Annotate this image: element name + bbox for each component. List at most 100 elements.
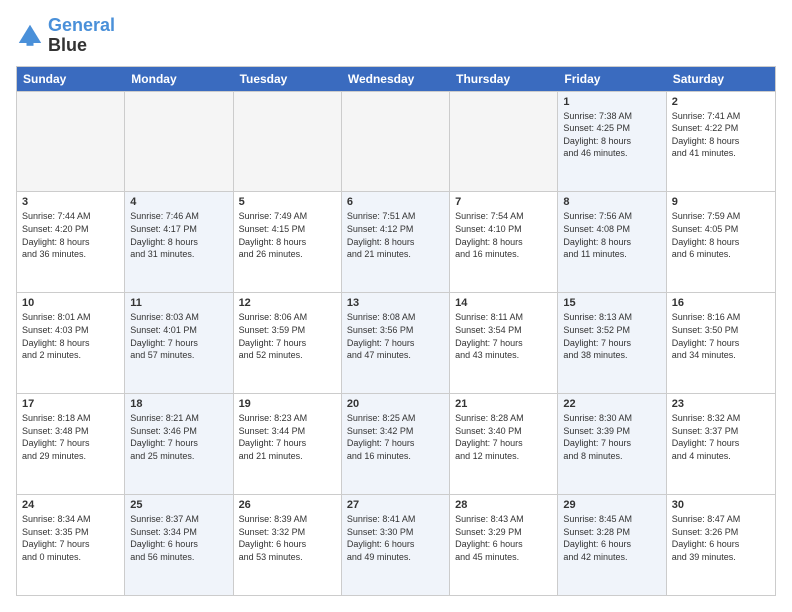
day-info: Sunrise: 7:49 AM Sunset: 4:15 PM Dayligh… bbox=[239, 210, 336, 260]
day-number: 12 bbox=[239, 297, 336, 309]
day-info: Sunrise: 8:08 AM Sunset: 3:56 PM Dayligh… bbox=[347, 311, 444, 361]
day-cell-1: 1 Sunrise: 7:38 AM Sunset: 4:25 PM Daylig… bbox=[558, 92, 666, 192]
day-info: Sunrise: 7:41 AM Sunset: 4:22 PM Dayligh… bbox=[672, 110, 770, 160]
day-number: 23 bbox=[672, 398, 770, 410]
day-cell-13: 13 Sunrise: 8:08 AM Sunset: 3:56 PM Dayli… bbox=[342, 293, 450, 393]
day-number: 3 bbox=[22, 196, 119, 208]
day-cell-12: 12 Sunrise: 8:06 AM Sunset: 3:59 PM Dayli… bbox=[234, 293, 342, 393]
day-cell-25: 25Sunrise: 8:37 AM Sunset: 3:34 PM Dayli… bbox=[125, 495, 233, 595]
day-number: 25 bbox=[130, 499, 227, 511]
day-info: Sunrise: 8:43 AM Sunset: 3:29 PM Dayligh… bbox=[455, 513, 552, 563]
empty-cell-0-4 bbox=[450, 92, 558, 192]
day-number: 28 bbox=[455, 499, 552, 511]
day-number: 21 bbox=[455, 398, 552, 410]
day-cell-14: 14 Sunrise: 8:11 AM Sunset: 3:54 PM Dayli… bbox=[450, 293, 558, 393]
day-number: 30 bbox=[672, 499, 770, 511]
day-cell-2: 2 Sunrise: 7:41 AM Sunset: 4:22 PM Daylig… bbox=[667, 92, 775, 192]
day-cell-15: 15 Sunrise: 8:13 AM Sunset: 3:52 PM Dayli… bbox=[558, 293, 666, 393]
day-info: Sunrise: 8:01 AM Sunset: 4:03 PM Dayligh… bbox=[22, 311, 119, 361]
day-number: 29 bbox=[563, 499, 660, 511]
day-cell-19: 19 Sunrise: 8:23 AM Sunset: 3:44 PM Dayli… bbox=[234, 394, 342, 494]
day-cell-26: 26Sunrise: 8:39 AM Sunset: 3:32 PM Dayli… bbox=[234, 495, 342, 595]
empty-cell-0-2 bbox=[234, 92, 342, 192]
header: General Blue bbox=[16, 16, 776, 56]
calendar-row-0: 1 Sunrise: 7:38 AM Sunset: 4:25 PM Daylig… bbox=[17, 91, 775, 192]
day-cell-10: 10 Sunrise: 8:01 AM Sunset: 4:03 PM Dayli… bbox=[17, 293, 125, 393]
day-number: 6 bbox=[347, 196, 444, 208]
day-cell-9: 9 Sunrise: 7:59 AM Sunset: 4:05 PM Daylig… bbox=[667, 192, 775, 292]
day-info: Sunrise: 8:16 AM Sunset: 3:50 PM Dayligh… bbox=[672, 311, 770, 361]
day-number: 7 bbox=[455, 196, 552, 208]
day-number: 8 bbox=[563, 196, 660, 208]
calendar-header: SundayMondayTuesdayWednesdayThursdayFrid… bbox=[17, 67, 775, 91]
day-cell-23: 23 Sunrise: 8:32 AM Sunset: 3:37 PM Dayli… bbox=[667, 394, 775, 494]
weekday-header-monday: Monday bbox=[125, 67, 233, 91]
day-number: 13 bbox=[347, 297, 444, 309]
day-info: Sunrise: 8:25 AM Sunset: 3:42 PM Dayligh… bbox=[347, 412, 444, 462]
day-number: 5 bbox=[239, 196, 336, 208]
day-info: Sunrise: 7:44 AM Sunset: 4:20 PM Dayligh… bbox=[22, 210, 119, 260]
day-number: 27 bbox=[347, 499, 444, 511]
day-info: Sunrise: 7:59 AM Sunset: 4:05 PM Dayligh… bbox=[672, 210, 770, 260]
weekday-header-thursday: Thursday bbox=[450, 67, 558, 91]
empty-cell-0-1 bbox=[125, 92, 233, 192]
day-cell-30: 30 Sunrise: 8:47 AM Sunset: 3:26 PM Dayli… bbox=[667, 495, 775, 595]
day-number: 16 bbox=[672, 297, 770, 309]
day-info: Sunrise: 8:32 AM Sunset: 3:37 PM Dayligh… bbox=[672, 412, 770, 462]
day-cell-29: 29Sunrise: 8:45 AM Sunset: 3:28 PM Dayli… bbox=[558, 495, 666, 595]
day-info: Sunrise: 8:13 AM Sunset: 3:52 PM Dayligh… bbox=[563, 311, 660, 361]
day-info: Sunrise: 7:56 AM Sunset: 4:08 PM Dayligh… bbox=[563, 210, 660, 260]
day-info: Sunrise: 7:46 AM Sunset: 4:17 PM Dayligh… bbox=[130, 210, 227, 260]
day-cell-22: 22 Sunrise: 8:30 AM Sunset: 3:39 PM Dayli… bbox=[558, 394, 666, 494]
weekday-header-tuesday: Tuesday bbox=[234, 67, 342, 91]
weekday-header-saturday: Saturday bbox=[667, 67, 775, 91]
calendar-row-3: 17 Sunrise: 8:18 AM Sunset: 3:48 PM Dayli… bbox=[17, 393, 775, 494]
day-cell-8: 8 Sunrise: 7:56 AM Sunset: 4:08 PM Daylig… bbox=[558, 192, 666, 292]
day-number: 4 bbox=[130, 196, 227, 208]
day-info: Sunrise: 7:54 AM Sunset: 4:10 PM Dayligh… bbox=[455, 210, 552, 260]
day-cell-5: 5 Sunrise: 7:49 AM Sunset: 4:15 PM Daylig… bbox=[234, 192, 342, 292]
weekday-header-wednesday: Wednesday bbox=[342, 67, 450, 91]
day-number: 11 bbox=[130, 297, 227, 309]
day-number: 19 bbox=[239, 398, 336, 410]
day-number: 15 bbox=[563, 297, 660, 309]
day-number: 18 bbox=[130, 398, 227, 410]
day-number: 22 bbox=[563, 398, 660, 410]
day-number: 24 bbox=[22, 499, 119, 511]
day-info: Sunrise: 7:51 AM Sunset: 4:12 PM Dayligh… bbox=[347, 210, 444, 260]
weekday-header-friday: Friday bbox=[558, 67, 666, 91]
day-cell-3: 3 Sunrise: 7:44 AM Sunset: 4:20 PM Daylig… bbox=[17, 192, 125, 292]
page: General Blue SundayMondayTuesdayWednesda… bbox=[0, 0, 792, 612]
day-cell-27: 27 Sunrise: 8:41 AM Sunset: 3:30 PM Dayli… bbox=[342, 495, 450, 595]
calendar-row-2: 10 Sunrise: 8:01 AM Sunset: 4:03 PM Dayli… bbox=[17, 292, 775, 393]
day-info: Sunrise: 8:18 AM Sunset: 3:48 PM Dayligh… bbox=[22, 412, 119, 462]
day-info: Sunrise: 8:30 AM Sunset: 3:39 PM Dayligh… bbox=[563, 412, 660, 462]
day-info: Sunrise: 8:47 AM Sunset: 3:26 PM Dayligh… bbox=[672, 513, 770, 563]
day-cell-4: 4 Sunrise: 7:46 AM Sunset: 4:17 PM Daylig… bbox=[125, 192, 233, 292]
day-info: Sunrise: 7:38 AM Sunset: 4:25 PM Dayligh… bbox=[563, 110, 660, 160]
calendar-row-4: 24 Sunrise: 8:34 AM Sunset: 3:35 PM Dayli… bbox=[17, 494, 775, 595]
day-number: 10 bbox=[22, 297, 119, 309]
day-cell-7: 7 Sunrise: 7:54 AM Sunset: 4:10 PM Daylig… bbox=[450, 192, 558, 292]
day-cell-24: 24 Sunrise: 8:34 AM Sunset: 3:35 PM Dayli… bbox=[17, 495, 125, 595]
day-info: Sunrise: 8:23 AM Sunset: 3:44 PM Dayligh… bbox=[239, 412, 336, 462]
day-cell-16: 16 Sunrise: 8:16 AM Sunset: 3:50 PM Dayli… bbox=[667, 293, 775, 393]
logo-icon bbox=[16, 22, 44, 50]
day-number: 1 bbox=[563, 96, 660, 108]
day-info: Sunrise: 8:41 AM Sunset: 3:30 PM Dayligh… bbox=[347, 513, 444, 563]
day-number: 17 bbox=[22, 398, 119, 410]
day-number: 20 bbox=[347, 398, 444, 410]
day-number: 14 bbox=[455, 297, 552, 309]
day-number: 9 bbox=[672, 196, 770, 208]
day-cell-6: 6 Sunrise: 7:51 AM Sunset: 4:12 PM Daylig… bbox=[342, 192, 450, 292]
day-info: Sunrise: 8:11 AM Sunset: 3:54 PM Dayligh… bbox=[455, 311, 552, 361]
day-info: Sunrise: 8:06 AM Sunset: 3:59 PM Dayligh… bbox=[239, 311, 336, 361]
calendar: SundayMondayTuesdayWednesdayThursdayFrid… bbox=[16, 66, 776, 596]
logo-text: General Blue bbox=[48, 16, 115, 56]
day-info: Sunrise: 8:28 AM Sunset: 3:40 PM Dayligh… bbox=[455, 412, 552, 462]
day-info: Sunrise: 8:34 AM Sunset: 3:35 PM Dayligh… bbox=[22, 513, 119, 563]
day-number: 2 bbox=[672, 96, 770, 108]
day-cell-17: 17 Sunrise: 8:18 AM Sunset: 3:48 PM Dayli… bbox=[17, 394, 125, 494]
logo: General Blue bbox=[16, 16, 115, 56]
day-info: Sunrise: 8:03 AM Sunset: 4:01 PM Dayligh… bbox=[130, 311, 227, 361]
